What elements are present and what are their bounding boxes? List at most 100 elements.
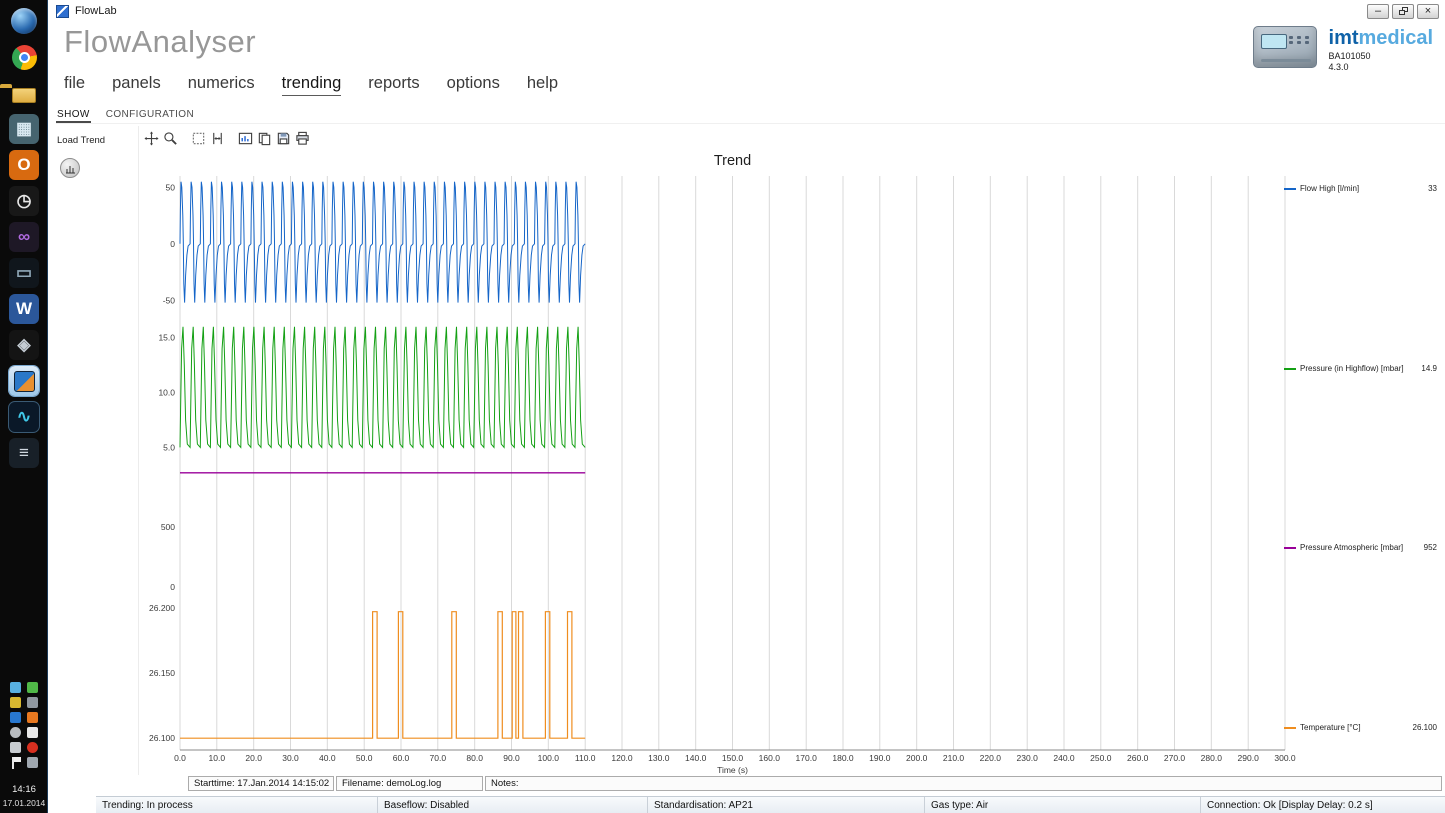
svg-text:26.100: 26.100 xyxy=(149,733,175,743)
tray-colorsync-icon[interactable] xyxy=(10,697,21,708)
svg-text:0.0: 0.0 xyxy=(174,753,186,763)
tray-orange-icon[interactable] xyxy=(27,712,38,723)
copy-icon[interactable] xyxy=(255,129,274,148)
tray-remove-icon[interactable] xyxy=(10,727,21,738)
save-icon[interactable] xyxy=(274,129,293,148)
taskbar-folder-icon[interactable] xyxy=(9,78,39,108)
load-trend-label: Load Trend xyxy=(57,135,138,146)
tab-bar: SHOW CONFIGURATION xyxy=(56,107,1445,124)
menu-item-trending[interactable]: trending xyxy=(282,74,342,96)
svg-text:0: 0 xyxy=(170,582,175,592)
restore-button[interactable] xyxy=(1392,4,1414,19)
legend-value: 33 xyxy=(1428,184,1437,193)
tray-network-icon[interactable] xyxy=(10,682,21,693)
tray-alert-icon[interactable] xyxy=(27,742,38,753)
page-title: FlowAnalyser xyxy=(64,24,256,60)
tray-signal-icon[interactable] xyxy=(27,757,38,768)
device-screen xyxy=(1261,34,1287,49)
brand-block: imtmedical BA101050 4.3.0 xyxy=(1253,26,1433,74)
menu-item-reports[interactable]: reports xyxy=(368,74,419,96)
legend-line-sample xyxy=(1284,547,1296,549)
legend-label: Pressure (in Highflow) [mbar] xyxy=(1300,364,1404,373)
load-trend-button[interactable] xyxy=(60,158,80,178)
svg-text:260.0: 260.0 xyxy=(1127,753,1149,763)
svg-text:80.0: 80.0 xyxy=(466,753,483,763)
pan-icon[interactable] xyxy=(142,129,161,148)
device-buttons xyxy=(1289,36,1311,44)
status-top-seg-1: Filename: demoLog.log xyxy=(336,776,483,791)
window-titlebar[interactable]: FlowLab –× xyxy=(48,0,1445,22)
svg-text:0: 0 xyxy=(170,239,175,249)
taskbar-tools-icon[interactable]: ◈ xyxy=(9,330,39,360)
svg-text:290.0: 290.0 xyxy=(1238,753,1260,763)
menu-item-panels[interactable]: panels xyxy=(112,74,161,96)
legend-value: 14.9 xyxy=(1421,364,1437,373)
status-top-seg-2: Notes: xyxy=(485,776,1442,791)
select-region-icon[interactable] xyxy=(189,129,208,148)
tray-green-icon[interactable] xyxy=(27,682,38,693)
status-top-seg-0: Starttime: 17.Jan.2014 14:15:02 xyxy=(188,776,334,791)
tab-configuration[interactable]: CONFIGURATION xyxy=(105,107,195,123)
svg-text:20.0: 20.0 xyxy=(245,753,262,763)
chart-properties-icon[interactable] xyxy=(236,129,255,148)
brand-text: imtmedical BA101050 4.3.0 xyxy=(1329,26,1433,74)
legend-label: Temperature [°C] xyxy=(1300,723,1361,732)
tab-show[interactable]: SHOW xyxy=(56,107,91,123)
svg-text:100.0: 100.0 xyxy=(538,753,560,763)
status-bottom-seg-1: Baseflow: Disabled xyxy=(378,797,648,813)
svg-text:50.0: 50.0 xyxy=(356,753,373,763)
taskbar-start-orb-icon[interactable] xyxy=(9,6,39,36)
tray-battery-icon[interactable] xyxy=(27,727,38,738)
trend-chart[interactable]: 0.010.020.030.040.050.060.070.080.090.01… xyxy=(140,170,1445,777)
menu-item-options[interactable]: options xyxy=(447,74,500,96)
taskbar-infinity-icon[interactable]: ∞ xyxy=(9,222,39,252)
data-cursor-icon[interactable] xyxy=(208,129,227,148)
menu-item-help[interactable]: help xyxy=(527,74,558,96)
svg-text:40.0: 40.0 xyxy=(319,753,336,763)
statusbar-file-info: Starttime: 17.Jan.2014 14:15:02Filename:… xyxy=(188,776,1442,791)
taskbar-gallery-icon[interactable]: ▦ xyxy=(9,114,39,144)
svg-text:70.0: 70.0 xyxy=(430,753,447,763)
statusbar-device-state: Trending: In processBaseflow: DisabledSt… xyxy=(96,796,1445,813)
tray-flag-icon[interactable] xyxy=(10,757,21,769)
taskbar-flowanalyser-icon[interactable]: ∿ xyxy=(9,402,39,432)
zoom-window-icon[interactable] xyxy=(161,129,180,148)
mini-chart-icon xyxy=(65,163,76,174)
print-icon[interactable] xyxy=(293,129,312,148)
svg-text:130.0: 130.0 xyxy=(648,753,670,763)
menu-item-file[interactable]: file xyxy=(64,74,85,96)
taskbar-chrome-icon[interactable] xyxy=(9,42,39,72)
taskbar-timer-icon[interactable]: ◷ xyxy=(9,186,39,216)
legend-item-3: Temperature [°C]26.100 xyxy=(1284,723,1437,732)
taskbar-outlook-icon[interactable]: O xyxy=(9,150,39,180)
legend-line-sample xyxy=(1284,727,1296,729)
taskbar-date: 17.01.2014 xyxy=(0,798,48,808)
trend-sidebar: Load Trend xyxy=(48,126,139,775)
app-window: FlowLab –× FlowAnalyser imtmedical BA101… xyxy=(48,0,1445,813)
taskbar-monitor-icon[interactable]: ▭ xyxy=(9,258,39,288)
status-bottom-seg-4: Connection: Ok [Display Delay: 0.2 s] xyxy=(1201,797,1445,813)
svg-text:90.0: 90.0 xyxy=(503,753,520,763)
svg-text:5.0: 5.0 xyxy=(163,442,175,452)
svg-text:190.0: 190.0 xyxy=(869,753,891,763)
svg-text:10.0: 10.0 xyxy=(209,753,226,763)
taskbar-word-icon[interactable]: W xyxy=(9,294,39,324)
series-1 xyxy=(180,327,585,448)
svg-text:26.200: 26.200 xyxy=(149,603,175,613)
tray-bluetooth-icon[interactable] xyxy=(10,712,21,723)
chart-title: Trend xyxy=(180,153,1285,169)
svg-text:-50: -50 xyxy=(163,295,176,305)
tray-shield-icon[interactable] xyxy=(27,697,38,708)
window-buttons: –× xyxy=(1364,4,1439,19)
system-tray xyxy=(10,682,40,769)
legend-label: Pressure Atmospheric [mbar] xyxy=(1300,543,1403,552)
taskbar-flowlab-icon[interactable] xyxy=(9,366,39,396)
close-button[interactable]: × xyxy=(1417,4,1439,19)
svg-text:300.0: 300.0 xyxy=(1274,753,1296,763)
taskbar-app-icons: ▦ O ◷ ∞ ▭ W ◈ ∿ ≡ xyxy=(0,6,48,468)
taskbar-layers-icon[interactable]: ≡ xyxy=(9,438,39,468)
tray-volume-icon[interactable] xyxy=(10,742,21,753)
menu-item-numerics[interactable]: numerics xyxy=(188,74,255,96)
series-3 xyxy=(180,612,585,739)
minimize-button[interactable]: – xyxy=(1367,4,1389,19)
